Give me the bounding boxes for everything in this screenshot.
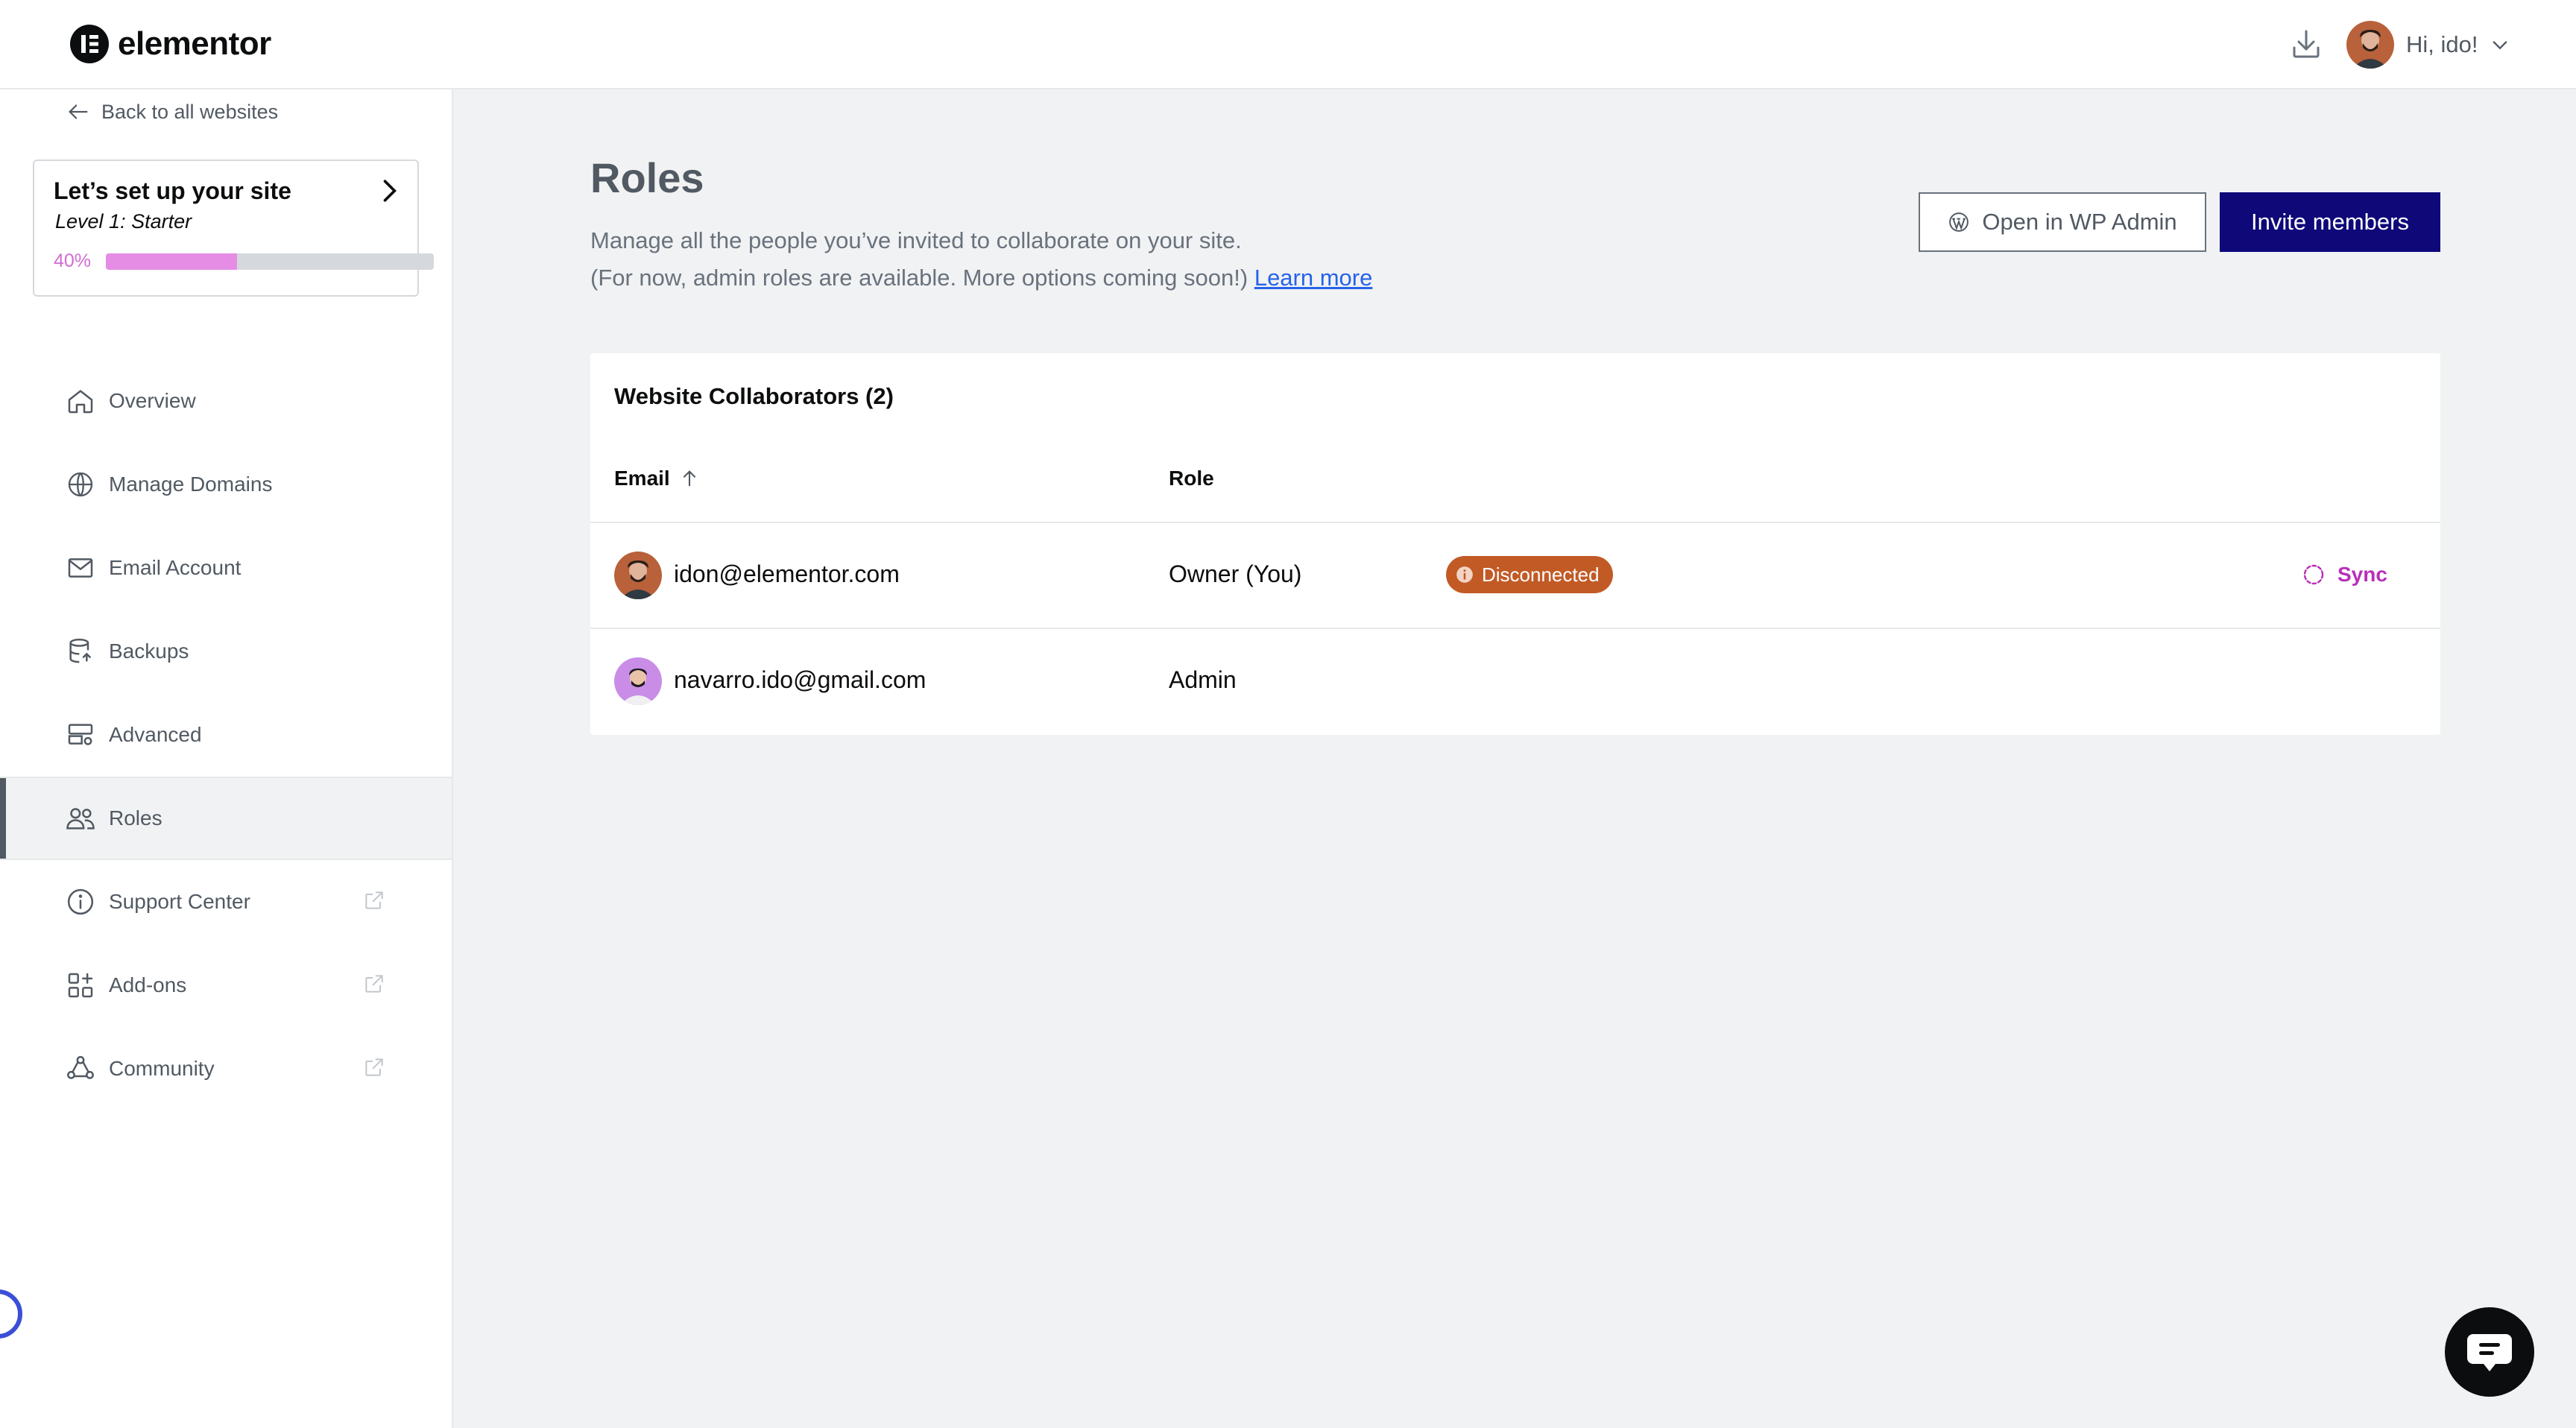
- learn-more-link[interactable]: Learn more: [1254, 265, 1373, 291]
- sync-button[interactable]: Sync: [2300, 556, 2387, 593]
- sidebar-item-label: Support Center: [109, 890, 250, 913]
- chat-support-button[interactable]: [2445, 1307, 2534, 1397]
- open-wp-admin-button[interactable]: Open in WP Admin: [1919, 192, 2206, 252]
- sort-arrow-up-icon: [683, 470, 695, 487]
- mail-icon: [68, 558, 93, 578]
- sync-icon: [2303, 564, 2324, 585]
- wordpress-icon: [1949, 212, 1969, 232]
- sidebar-item-add-ons[interactable]: Add-ons: [0, 944, 452, 1027]
- chevron-right-icon: [383, 180, 397, 202]
- sidebar-item-label: Roles: [109, 806, 162, 830]
- collaborator-avatar: [614, 552, 662, 599]
- back-label: Back to all websites: [101, 100, 279, 123]
- collaborator-role: Owner (You): [1169, 560, 1302, 587]
- setup-progress-label: 40%: [54, 250, 92, 271]
- setup-site-card[interactable]: Let’s set up your site Level 1: Starter …: [33, 159, 434, 297]
- description-line-2: (For now, admin roles are available. Mor…: [590, 259, 1372, 297]
- chat-icon: [2467, 1334, 2512, 1371]
- chevron-down-icon: [2493, 41, 2507, 50]
- collaborator-role: Admin: [1169, 666, 1237, 693]
- sidebar-item-label: Community: [109, 1057, 215, 1080]
- sidebar-item-advanced[interactable]: Advanced: [0, 693, 452, 777]
- sidebar-item-label: Backups: [109, 639, 189, 663]
- external-link-icon: [365, 891, 383, 909]
- collaborators-card: Website Collaborators (2) Email Role ido…: [590, 353, 2440, 735]
- collaborator-email: idon@elementor.com: [674, 560, 900, 587]
- collaborator-avatar: [614, 657, 662, 705]
- external-link-icon: [365, 1058, 383, 1076]
- sync-label: Sync: [2337, 563, 2387, 586]
- logo-text: elementor: [118, 25, 271, 62]
- sidebar-item-support-center[interactable]: Support Center: [0, 860, 452, 944]
- badge-label: Disconnected: [1482, 563, 1600, 586]
- download-icon[interactable]: [2288, 27, 2324, 63]
- setup-progress-fill: [106, 253, 237, 270]
- open-wp-admin-label: Open in WP Admin: [1982, 209, 2177, 235]
- invite-members-button[interactable]: Invite members: [2220, 192, 2440, 252]
- setup-level: Level 1: Starter: [55, 210, 192, 233]
- grid-plus-icon: [68, 973, 93, 998]
- sidebar-item-manage-domains[interactable]: Manage Domains: [0, 443, 452, 526]
- elementor-logo-icon: [70, 25, 109, 63]
- collaborator-email: navarro.ido@gmail.com: [674, 666, 926, 693]
- table-row: idon@elementor.com Owner (You) Disconnec…: [590, 522, 2440, 626]
- description-line-1: Manage all the people you’ve invited to …: [590, 227, 1242, 253]
- info-icon: [67, 888, 94, 915]
- email-column-label: Email: [614, 467, 670, 490]
- setup-title: Let’s set up your site: [54, 177, 291, 204]
- sidebar-item-backups[interactable]: Backups: [0, 610, 452, 693]
- setup-progress-bar: [106, 253, 434, 270]
- user-greeting: Hi, ido!: [2406, 31, 2478, 57]
- sidebar-item-overview[interactable]: Overview: [0, 359, 452, 443]
- home-icon: [68, 390, 93, 414]
- users-icon: [66, 808, 95, 830]
- elementor-logo[interactable]: elementor: [70, 24, 271, 64]
- role-column-header: Role: [1169, 467, 1214, 490]
- sidebar-nav: Overview Manage Domains Email Account Ba…: [0, 359, 452, 1111]
- sidebar-item-label: Advanced: [109, 723, 202, 746]
- table-row: navarro.ido@gmail.com Admin: [590, 628, 2440, 732]
- collaborators-title: Website Collaborators (2): [614, 383, 894, 409]
- sidebar: Back to all websites Let’s set up your s…: [0, 89, 453, 1428]
- community-icon: [67, 1055, 94, 1079]
- info-icon: [1456, 566, 1473, 583]
- page-description: Manage all the people you’ve invited to …: [590, 222, 1372, 297]
- user-menu[interactable]: Hi, ido!: [2346, 21, 2510, 69]
- globe-www-icon: [68, 472, 93, 497]
- disconnected-badge: Disconnected: [1446, 556, 1613, 593]
- sidebar-item-email-account[interactable]: Email Account: [0, 526, 452, 610]
- user-avatar: [2346, 21, 2394, 69]
- database-icon: [69, 638, 92, 663]
- role-column-label: Role: [1169, 467, 1214, 490]
- sidebar-item-label: Manage Domains: [109, 473, 273, 496]
- page-title: Roles: [590, 154, 704, 201]
- arrow-left-icon: [69, 104, 88, 119]
- sidebar-item-label: Overview: [109, 389, 196, 412]
- sidebar-item-roles[interactable]: Roles: [0, 777, 452, 860]
- description-line-2-text: (For now, admin roles are available. Mor…: [590, 265, 1248, 291]
- sidebar-item-label: Email Account: [109, 556, 242, 579]
- email-column-header[interactable]: Email: [614, 467, 700, 490]
- sidebar-item-label: Add-ons: [109, 973, 187, 996]
- back-to-websites-link[interactable]: Back to all websites: [66, 94, 278, 130]
- external-link-icon: [365, 975, 383, 993]
- top-bar: elementor Hi, ido!: [0, 0, 2576, 89]
- server-settings-icon: [68, 724, 93, 745]
- sidebar-item-community[interactable]: Community: [0, 1027, 452, 1111]
